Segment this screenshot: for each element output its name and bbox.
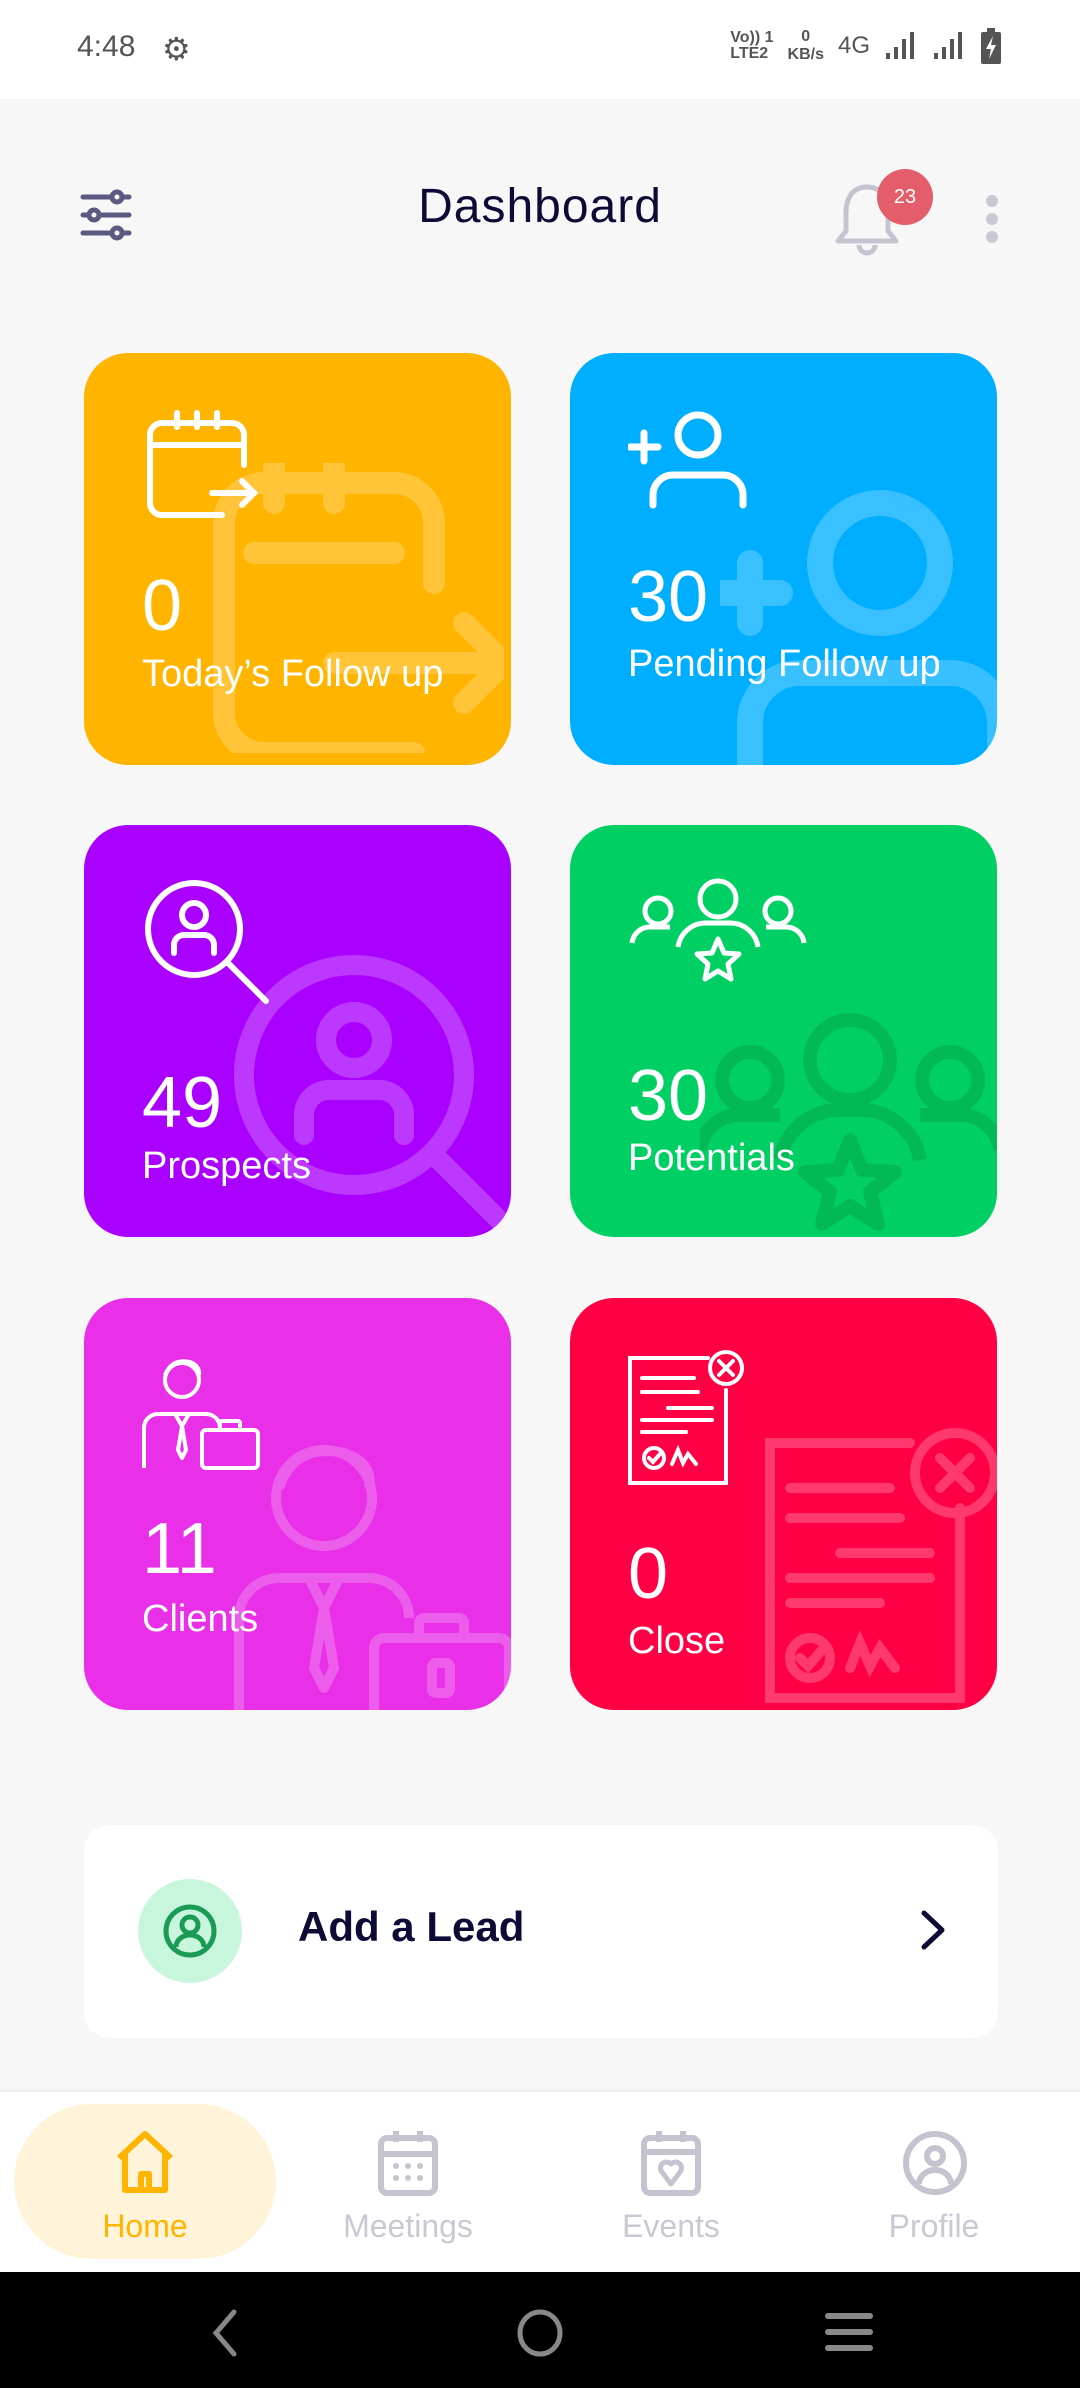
battery-charging-icon	[981, 28, 1001, 64]
document-close-icon	[765, 1428, 997, 1703]
card-value: 0	[142, 566, 183, 646]
data-rate-value: 0	[801, 28, 811, 45]
card-label: Potentials	[628, 1137, 795, 1179]
add-lead-button[interactable]: Add a Lead	[84, 1825, 998, 2038]
status-bar: 4:48 ⚙ Vo)) 1 LTE2 0 KB/s 4G	[0, 0, 1080, 99]
nav-home[interactable]: Home	[14, 2104, 276, 2259]
card-value: 11	[142, 1509, 217, 1589]
businessman-icon	[142, 1359, 260, 1470]
system-nav-bar	[0, 2272, 1080, 2388]
add-user-icon	[628, 411, 747, 509]
nav-meetings[interactable]: Meetings	[277, 2104, 539, 2259]
network-type: 4G	[837, 32, 870, 59]
home-icon	[116, 2131, 174, 2193]
card-value: 0	[628, 1534, 669, 1614]
card-prospects[interactable]: 49 Prospects	[84, 825, 511, 1237]
status-time: 4:48	[77, 30, 136, 63]
back-icon[interactable]	[210, 2308, 240, 2358]
lte-text: LTE2	[730, 45, 769, 62]
profile-icon	[903, 2131, 967, 2195]
card-value: 49	[142, 1063, 223, 1143]
calendar-heart-icon	[641, 2131, 701, 2196]
card-value: 30	[628, 557, 709, 637]
card-clients[interactable]: 11 Clients	[84, 1298, 511, 1710]
recents-menu-icon[interactable]	[824, 2312, 874, 2352]
volte-text: Vo)) 1	[730, 29, 774, 46]
card-todays-follow-up[interactable]: 0 Today’s Follow up	[84, 353, 511, 765]
bottom-nav: Home Meetings Events Profile	[0, 2090, 1080, 2272]
signal-icon	[886, 32, 914, 59]
card-label: Clients	[142, 1598, 259, 1640]
group-star-icon	[629, 878, 807, 982]
chevron-right-icon	[921, 1910, 945, 1950]
card-close[interactable]: 0 Close	[570, 1298, 997, 1710]
android-settings-icon: ⚙	[162, 31, 191, 67]
more-options-icon[interactable]	[985, 194, 999, 244]
add-lead-label: Add a Lead	[298, 1903, 525, 1950]
search-user-icon	[145, 880, 269, 1004]
card-label: Close	[628, 1620, 726, 1662]
nav-profile[interactable]: Profile	[803, 2104, 1065, 2259]
add-lead-icon-wrap	[138, 1879, 242, 1983]
card-label: Today’s Follow up	[142, 653, 444, 695]
card-pending-follow-up[interactable]: 30 Pending Follow up	[570, 353, 997, 765]
volte-indicator: Vo)) 1 LTE2	[730, 30, 773, 62]
card-value: 30	[628, 1056, 709, 1136]
data-rate: 0 KB/s	[788, 28, 824, 64]
nav-profile-label: Profile	[888, 2208, 980, 2244]
businessman-icon	[234, 1445, 511, 1710]
nav-meetings-label: Meetings	[343, 2208, 473, 2244]
user-circle-icon	[163, 1904, 217, 1958]
group-star-icon	[700, 1013, 997, 1231]
document-close-icon	[628, 1350, 744, 1485]
add-user-icon	[720, 490, 997, 765]
card-potentials[interactable]: 30 Potentials	[570, 825, 997, 1237]
nav-home-label: Home	[102, 2208, 188, 2244]
nav-events-label: Events	[622, 2208, 720, 2244]
app-header: Dashboard 23	[0, 99, 1080, 319]
notification-badge: 23	[877, 169, 933, 225]
calendar-arrow-icon	[147, 410, 259, 518]
card-label: Pending Follow up	[628, 643, 941, 685]
home-circle-icon[interactable]	[516, 2308, 564, 2358]
data-rate-unit: KB/s	[787, 46, 824, 63]
card-label: Prospects	[142, 1145, 311, 1187]
nav-events[interactable]: Events	[540, 2104, 802, 2259]
signal-icon	[934, 32, 962, 59]
search-user-icon	[234, 955, 511, 1237]
calendar-icon	[378, 2131, 438, 2196]
